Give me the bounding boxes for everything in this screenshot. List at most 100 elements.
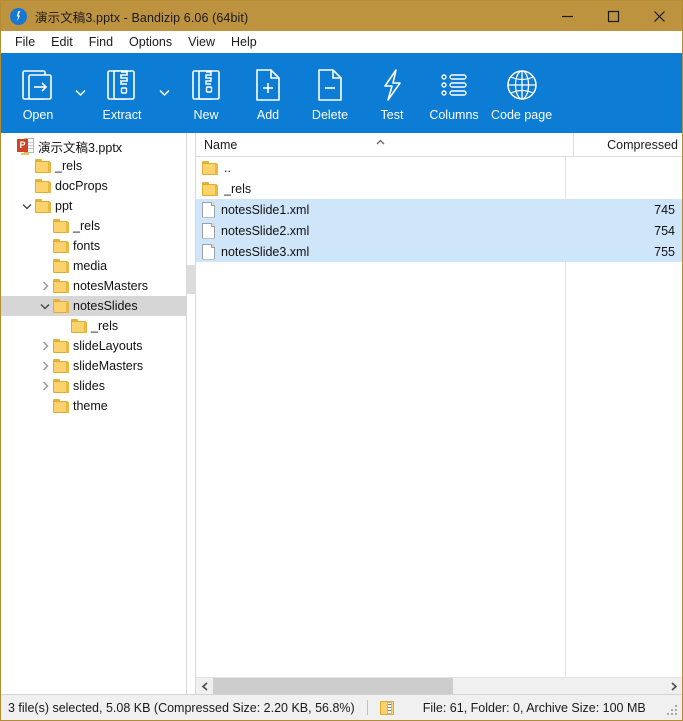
toolbar-open-dropdown[interactable] [69, 55, 91, 131]
toolbar-delete-label: Delete [312, 108, 348, 122]
resize-grip[interactable] [667, 705, 679, 717]
folder-tree-panel[interactable]: P演示文稿3.pptx_relsdocPropsppt_relsfontsmed… [1, 133, 186, 694]
xml-file-icon [202, 202, 215, 218]
chevron-right-icon[interactable] [37, 376, 53, 396]
folder-icon [53, 259, 69, 273]
toolbar-test-label: Test [381, 108, 404, 122]
tree-item-label: fonts [73, 239, 100, 253]
table-row[interactable]: notesSlide2.xml754 [196, 220, 682, 241]
cell-name: .. [196, 161, 573, 175]
toolbar-delete-button[interactable]: Delete [299, 55, 361, 131]
table-row[interactable]: notesSlide1.xml 745 [196, 199, 682, 220]
toolbar-add-button[interactable]: Add [237, 55, 299, 131]
tree-item-slideLayouts[interactable]: slideLayouts [1, 336, 186, 356]
tree-item-fonts[interactable]: fonts [1, 236, 186, 256]
chevron-down-icon[interactable] [19, 196, 35, 216]
tree-item-slideMasters[interactable]: slideMasters [1, 356, 186, 376]
extract-icon [102, 64, 142, 106]
menu-bar: File Edit Find Options View Help [1, 31, 682, 53]
menu-help[interactable]: Help [223, 33, 265, 51]
chevron-right-icon [670, 682, 678, 691]
file-name-label: .. [224, 161, 231, 175]
tree-item-theme[interactable]: theme [1, 396, 186, 416]
folder-icon [53, 279, 69, 293]
splitter-grip[interactable] [187, 265, 196, 294]
horizontal-scrollbar[interactable] [196, 677, 682, 694]
file-name-label: notesSlide1.xml [221, 203, 309, 217]
table-row[interactable]: _rels [196, 178, 682, 199]
tree-item-label: slideLayouts [73, 339, 143, 353]
column-header-name-label: Name [204, 138, 237, 152]
chevron-right-icon[interactable] [37, 336, 53, 356]
minimize-button[interactable] [544, 1, 590, 31]
tree-item-label: theme [73, 399, 108, 413]
file-list-body[interactable]: .. _rels notesSlide1.xml 745 notesSlide2.xml… [196, 157, 682, 677]
toolbar-codepage-button[interactable]: Code page [485, 55, 558, 131]
tree-item-演示文稿3.pptx[interactable]: P演示文稿3.pptx [1, 136, 186, 156]
menu-view[interactable]: View [180, 33, 223, 51]
tree-item-label: media [73, 259, 107, 273]
powerpoint-file-icon: P [17, 138, 34, 154]
folder-icon [53, 399, 69, 413]
scroll-left-button[interactable] [196, 678, 213, 695]
bandizip-window: 演示文稿3.pptx - Bandizip 6.06 (64bit) F [0, 0, 683, 721]
close-button[interactable] [636, 1, 682, 31]
tree-item-label: docProps [55, 179, 108, 193]
tree-item-ppt[interactable]: ppt [1, 196, 186, 216]
column-header-name[interactable]: Name [196, 133, 573, 156]
tree-arrow-spacer [37, 216, 53, 236]
toolbar-extract-dropdown[interactable] [153, 55, 175, 131]
toolbar-columns-button[interactable]: Columns [423, 55, 485, 131]
scrollbar-track[interactable] [213, 678, 665, 695]
tree-item-media[interactable]: media [1, 256, 186, 276]
tree-item-notesSlides[interactable]: notesSlides [1, 296, 186, 316]
cell-name: _rels [196, 182, 573, 196]
maximize-button[interactable] [590, 1, 636, 31]
toolbar-open-button[interactable]: Open [7, 55, 69, 131]
tree-item-_rels[interactable]: _rels [1, 316, 186, 336]
menu-find[interactable]: Find [81, 33, 121, 51]
chevron-down-icon[interactable] [37, 296, 53, 316]
zip-archive-icon [380, 700, 395, 716]
folder-icon [35, 179, 51, 193]
panel-splitter[interactable] [186, 133, 196, 694]
folder-icon [202, 161, 218, 175]
menu-options[interactable]: Options [121, 33, 180, 51]
tree-item-docProps[interactable]: docProps [1, 176, 186, 196]
table-row[interactable]: .. [196, 157, 682, 178]
cell-name: notesSlide1.xml [196, 202, 573, 218]
bandizip-lightning-icon [10, 8, 27, 25]
tree-item-_rels[interactable]: _rels [1, 216, 186, 236]
tree-item-slides[interactable]: slides [1, 376, 186, 396]
tree-item-label: 演示文稿3.pptx [38, 137, 122, 156]
scroll-right-button[interactable] [665, 678, 682, 695]
tree-item-_rels[interactable]: _rels [1, 156, 186, 176]
tree-arrow-spacer [1, 136, 17, 156]
toolbar-new-button[interactable]: New [175, 55, 237, 131]
chevron-right-icon[interactable] [37, 276, 53, 296]
tree-item-label: slides [73, 379, 105, 393]
tree-item-label: slideMasters [73, 359, 143, 373]
folder-icon [202, 182, 218, 196]
toolbar-open-label: Open [23, 108, 54, 122]
sort-ascending-icon [376, 134, 385, 148]
tree-item-label: notesSlides [73, 299, 138, 313]
toolbar-test-button[interactable]: Test [361, 55, 423, 131]
xml-file-icon [202, 244, 215, 260]
tree-item-notesMasters[interactable]: notesMasters [1, 276, 186, 296]
menu-file[interactable]: File [7, 33, 43, 51]
toolbar-extract-button[interactable]: Extract [91, 55, 153, 131]
chevron-right-icon[interactable] [37, 356, 53, 376]
scrollbar-thumb[interactable] [213, 678, 453, 695]
cell-compressed: 745 [573, 203, 682, 217]
toolbar-new-label: New [193, 108, 218, 122]
folder-icon [71, 319, 87, 333]
menu-edit[interactable]: Edit [43, 33, 81, 51]
close-icon [653, 10, 666, 23]
cell-compressed: 755 [573, 245, 682, 259]
test-lightning-icon [372, 64, 412, 106]
tree-item-label: ppt [55, 199, 72, 213]
column-header-compressed[interactable]: Compressed [573, 133, 682, 156]
table-row[interactable]: notesSlide3.xml755 [196, 241, 682, 262]
chevron-left-icon [201, 682, 209, 691]
